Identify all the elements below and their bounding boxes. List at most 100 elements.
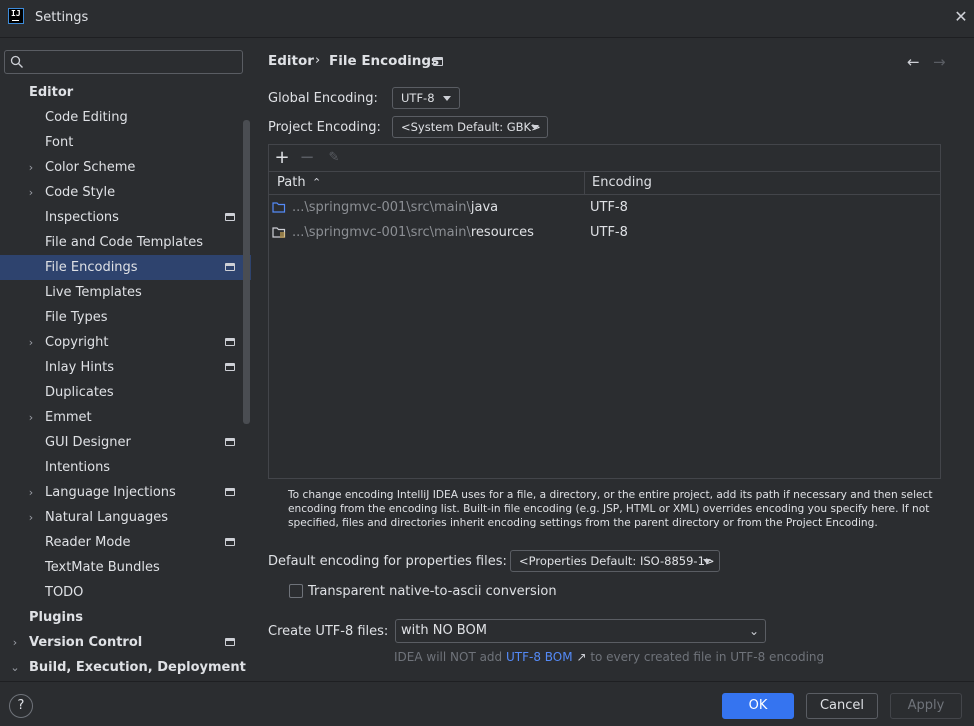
sidebar-item-plugins[interactable]: Plugins	[0, 605, 251, 630]
column-divider[interactable]	[584, 172, 585, 194]
add-icon[interactable]: +	[272, 148, 292, 168]
column-header-encoding[interactable]: Encoding	[592, 172, 652, 194]
sidebar-item-label: Copyright	[45, 335, 109, 350]
bom-hint: IDEA will NOT add UTF-8 BOM ↗ to every c…	[394, 650, 825, 664]
table-row[interactable]: ...\springmvc-001\src\main\resources UTF…	[269, 220, 940, 245]
sidebar-item-label: Inlay Hints	[45, 360, 114, 375]
settings-sidebar: Editor Code Editing Font › Color Scheme › Code…	[0, 39, 251, 681]
sort-ascending-icon: ⌃	[312, 176, 322, 189]
breadcrumb-separator: ›	[315, 53, 321, 68]
properties-encoding-value: <Properties Default: ISO-8859-1>	[519, 554, 715, 568]
row-encoding[interactable]: UTF-8	[590, 195, 628, 220]
chevron-down-icon[interactable]: ⌄	[10, 655, 20, 680]
sidebar-item-file-and-code-templates[interactable]: File and Code Templates	[0, 230, 251, 255]
project-scope-icon	[225, 438, 235, 446]
sidebar-item-file-encodings[interactable]: File Encodings	[0, 255, 251, 280]
table-row[interactable]: ...\springmvc-001\src\main\java UTF-8	[269, 195, 940, 220]
breadcrumb-editor[interactable]: Editor	[268, 53, 314, 69]
cancel-button[interactable]: Cancel	[806, 693, 878, 719]
chevron-down-icon: ⌄	[748, 624, 759, 638]
sidebar-item-label: GUI Designer	[45, 435, 131, 450]
sidebar-item-copyright[interactable]: › Copyright	[0, 330, 251, 355]
sidebar-item-intentions[interactable]: Intentions	[0, 455, 251, 480]
sidebar-item-inlay-hints[interactable]: Inlay Hints	[0, 355, 251, 380]
sidebar-item-build-execution-deployment[interactable]: ⌄ Build, Execution, Deployment	[0, 655, 251, 680]
global-encoding-select[interactable]: UTF-8	[392, 87, 460, 109]
breadcrumb-current: File Encodings	[329, 53, 440, 69]
native-to-ascii-checkbox[interactable]	[289, 584, 303, 598]
sidebar-item-label: Font	[45, 135, 74, 150]
dropdown-arrow-icon	[703, 559, 711, 564]
intellij-logo-icon: IJ	[8, 8, 24, 24]
sidebar-item-natural-languages[interactable]: › Natural Languages	[0, 505, 251, 530]
project-encoding-select[interactable]: <System Default: GBK>	[392, 116, 548, 138]
external-link-icon: ↗	[576, 650, 587, 664]
project-scope-icon	[433, 57, 443, 66]
create-utf8-select[interactable]: with NO BOM ⌄	[395, 619, 766, 643]
sidebar-item-label: Plugins	[29, 610, 83, 625]
sidebar-item-todo[interactable]: TODO	[0, 580, 251, 605]
sidebar-item-reader-mode[interactable]: Reader Mode	[0, 530, 251, 555]
sidebar-item-gui-designer[interactable]: GUI Designer	[0, 430, 251, 455]
apply-button[interactable]: Apply	[890, 693, 962, 719]
resources-folder-icon	[272, 227, 286, 238]
search-input[interactable]	[31, 53, 236, 71]
table-toolbar: + − ✎	[269, 145, 940, 171]
project-scope-icon	[225, 638, 235, 646]
chevron-right-icon[interactable]: ›	[10, 630, 20, 655]
help-icon[interactable]: ?	[9, 694, 33, 718]
sidebar-item-code-style[interactable]: › Code Style	[0, 180, 251, 205]
sidebar-item-editor[interactable]: Editor	[0, 80, 251, 105]
native-to-ascii-label[interactable]: Transparent native-to-ascii conversion	[308, 584, 557, 599]
row-path: ...\springmvc-001\src\main\java	[292, 200, 499, 215]
sidebar-item-label: File Encodings	[45, 260, 138, 275]
dropdown-arrow-icon	[531, 125, 539, 130]
encoding-help-text: To change encoding IntelliJ IDEA uses fo…	[288, 489, 933, 529]
sidebar-item-label: Emmet	[45, 410, 92, 425]
sidebar-item-emmet[interactable]: › Emmet	[0, 405, 251, 430]
chevron-right-icon[interactable]: ›	[26, 505, 36, 530]
search-icon	[10, 55, 23, 68]
project-encoding-label: Project Encoding:	[268, 120, 381, 135]
chevron-right-icon[interactable]: ›	[26, 480, 36, 505]
sidebar-item-label: File and Code Templates	[45, 235, 203, 250]
row-path: ...\springmvc-001\src\main\resources	[292, 225, 534, 240]
sidebar-item-color-scheme[interactable]: › Color Scheme	[0, 155, 251, 180]
dialog-footer: ? OK Cancel Apply	[0, 681, 974, 726]
sidebar-item-version-control[interactable]: › Version Control	[0, 630, 251, 655]
project-scope-icon	[225, 488, 235, 496]
sidebar-item-live-templates[interactable]: Live Templates	[0, 280, 251, 305]
chevron-right-icon[interactable]: ›	[26, 405, 36, 430]
chevron-right-icon[interactable]: ›	[26, 330, 36, 355]
properties-encoding-label: Default encoding for properties files:	[268, 554, 507, 569]
sidebar-item-language-injections[interactable]: › Language Injections	[0, 480, 251, 505]
sidebar-item-label: Version Control	[29, 635, 143, 650]
sidebar-item-label: File Types	[45, 310, 108, 325]
sidebar-item-duplicates[interactable]: Duplicates	[0, 380, 251, 405]
sidebar-item-font[interactable]: Font	[0, 130, 251, 155]
sidebar-item-label: TextMate Bundles	[45, 560, 160, 575]
sidebar-item-label: Build, Execution, Deployment	[29, 660, 246, 675]
create-utf8-label: Create UTF-8 files:	[268, 624, 389, 639]
project-scope-icon	[225, 263, 235, 271]
sidebar-item-label: Code Style	[45, 185, 116, 200]
ok-button[interactable]: OK	[722, 693, 794, 719]
sidebar-item-code-editing[interactable]: Code Editing	[0, 105, 251, 130]
properties-encoding-select[interactable]: <Properties Default: ISO-8859-1>	[510, 550, 720, 572]
sidebar-item-label: Inspections	[45, 210, 119, 225]
back-arrow-icon[interactable]: ←	[907, 53, 920, 71]
sidebar-scrollbar[interactable]	[243, 120, 250, 424]
sidebar-item-textmate-bundles[interactable]: TextMate Bundles	[0, 555, 251, 580]
sidebar-item-file-types[interactable]: File Types	[0, 305, 251, 330]
sidebar-item-label: Natural Languages	[45, 510, 169, 525]
chevron-right-icon[interactable]: ›	[26, 180, 36, 205]
search-box[interactable]	[4, 50, 243, 74]
row-encoding[interactable]: UTF-8	[590, 220, 628, 245]
sidebar-item-inspections[interactable]: Inspections	[0, 205, 251, 230]
sidebar-item-label: TODO	[45, 585, 84, 600]
forward-arrow-icon: →	[933, 53, 946, 71]
close-icon[interactable]: ✕	[953, 9, 969, 25]
utf8-bom-link[interactable]: UTF-8 BOM	[506, 650, 573, 664]
column-header-path[interactable]: Path	[277, 172, 306, 194]
chevron-right-icon[interactable]: ›	[26, 155, 36, 180]
